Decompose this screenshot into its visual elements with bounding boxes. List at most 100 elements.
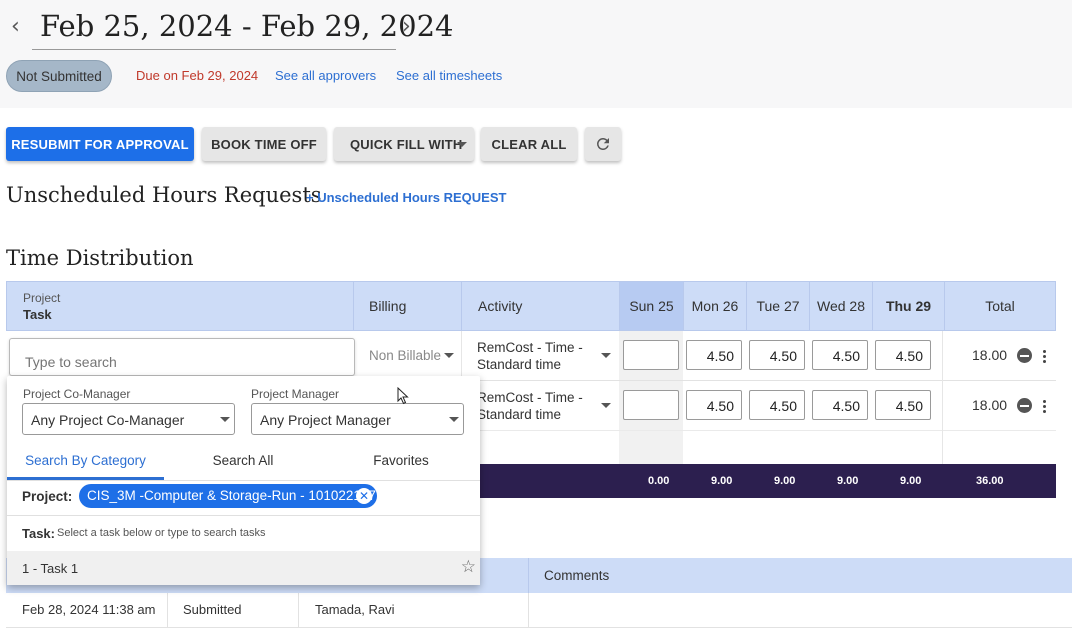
approver-name: Tamada, Ravi [315,602,395,617]
day-column-header: Mon 26 [683,282,746,330]
next-period-icon[interactable]: › [402,16,411,38]
day-total: 9.00 [774,475,796,487]
total-column-header: Total [944,282,1055,330]
hours-input[interactable] [623,340,679,370]
task-search-dropdown: Project Co-Manager Any Project Co-Manage… [7,376,480,585]
column-divider [167,593,168,628]
hours-input[interactable]: 4.50 [749,340,805,370]
refresh-button[interactable] [585,127,621,161]
tab-favorites[interactable]: Favorites [322,453,480,468]
row-total: 18.00 [972,397,1008,413]
column-divider [528,558,529,593]
hours-input[interactable]: 4.50 [812,390,868,420]
hours-input[interactable]: 4.50 [686,390,742,420]
date-range-field[interactable]: Feb 25, 2024 - Feb 29, 2024 [32,4,453,50]
more-options-icon[interactable] [1043,400,1046,413]
task-item-label: 1 - Task 1 [22,561,79,576]
task-filter-hint: Select a task below or type to search ta… [57,527,266,539]
quick-fill-label: QUICK FILL WITH [350,136,463,152]
time-distribution-title: Time Distribution [6,246,194,270]
chevron-down-icon [457,142,467,147]
hours-input[interactable] [623,390,679,420]
unscheduled-hours-request-link[interactable]: + Unscheduled Hours REQUEST [306,190,506,205]
billing-column-header: Billing [353,282,461,330]
project-filter-label: Project: [22,489,73,504]
project-chip-label: CIS_3M -Computer & Storage-Run - 1010221… [87,488,376,503]
approvals-table-row: Feb 28, 2024 11:38 am Submitted Tamada, … [6,593,1072,628]
task-list-item[interactable]: 1 - Task 1 ☆ [7,551,480,585]
resubmit-for-approval-button[interactable]: RESUBMIT FOR APPROVAL [6,127,194,161]
co-manager-select[interactable]: Any Project Co-Manager [22,403,235,435]
quick-fill-button[interactable]: QUICK FILL WITH [334,127,474,161]
activity-select[interactable]: RemCost - Time - Standard time [477,389,583,423]
activity-line: Standard time [477,357,562,372]
column-divider [528,593,529,628]
tab-search-all[interactable]: Search All [164,453,322,468]
grand-total: 36.00 [976,475,1004,487]
day-total: 9.00 [837,475,859,487]
row-total: 18.00 [972,347,1008,363]
star-icon[interactable]: ☆ [461,557,476,577]
status-badge: Not Submitted [6,60,112,92]
mouse-cursor-icon [397,387,409,405]
day-column-header: Tue 27 [746,282,809,330]
chevron-down-icon[interactable] [444,353,454,358]
column-divider [298,593,299,628]
task-column-label: Task [23,307,52,322]
day-total: 9.00 [711,475,733,487]
activity-line: Standard time [477,407,562,422]
section-divider [7,515,480,516]
task-filter-label: Task: [22,526,55,541]
hours-input[interactable]: 4.50 [686,340,742,370]
clear-all-button[interactable]: CLEAR ALL [481,127,577,161]
due-date-text: Due on Feb 29, 2024 [136,68,259,83]
approval-date: Feb 28, 2024 11:38 am [22,602,156,617]
time-table-header: Project Task Billing Activity Sun 25 Mon… [6,281,1056,331]
remove-row-icon[interactable] [1017,348,1032,363]
day-total: 9.00 [900,475,922,487]
approval-status: Submitted [183,602,242,617]
comments-column-header: Comments [544,568,610,583]
row-divider [480,430,1056,431]
hours-input[interactable]: 4.50 [749,390,805,420]
remove-row-icon[interactable] [1017,398,1032,413]
refresh-icon [597,138,609,150]
unscheduled-hours-title: Unscheduled Hours Requests [6,183,322,207]
date-range-title: Feb 25, 2024 - Feb 29, 2024 [40,9,454,43]
hours-input[interactable]: 4.50 [875,340,931,370]
tab-divider [7,480,480,481]
activity-line: RemCost - Time - [477,390,583,405]
activity-column-header: Activity [461,282,619,330]
tab-search-by-category[interactable]: Search By Category [7,453,164,468]
chevron-down-icon [220,417,230,422]
prev-period-icon[interactable]: ‹ [11,16,20,38]
see-all-timesheets-link[interactable]: See all timesheets [396,68,502,83]
billing-select[interactable]: Non Billable [369,348,441,363]
project-manager-select[interactable]: Any Project Manager [251,403,464,435]
project-manager-value: Any Project Manager [260,412,391,428]
row-divider [480,380,1056,381]
day-total: 0.00 [648,475,670,487]
co-manager-label: Project Co-Manager [23,387,131,401]
day-column-header: Thu 29 [872,282,944,330]
remove-chip-icon[interactable]: ✕ [356,488,372,504]
day-column-header: Wed 28 [809,282,872,330]
more-options-icon[interactable] [1043,350,1046,363]
chevron-down-icon [449,417,459,422]
activity-line: RemCost - Time - [477,340,583,355]
task-search-input[interactable] [9,338,355,376]
chevron-down-icon[interactable] [601,353,611,358]
project-manager-label: Project Manager [251,387,340,401]
co-manager-value: Any Project Co-Manager [31,412,185,428]
column-divider [942,331,943,464]
project-chip[interactable]: CIS_3M -Computer & Storage-Run - 1010221… [79,484,377,508]
day-column-header: Sun 25 [619,282,683,330]
book-time-off-button[interactable]: BOOK TIME OFF [202,127,326,161]
totals-bar: 0.00 9.00 9.00 9.00 9.00 36.00 [480,464,1056,498]
project-column-label: Project [23,291,61,305]
chevron-down-icon[interactable] [601,403,611,408]
hours-input[interactable]: 4.50 [812,340,868,370]
see-all-approvers-link[interactable]: See all approvers [275,68,376,83]
hours-input[interactable]: 4.50 [875,390,931,420]
activity-select[interactable]: RemCost - Time - Standard time [477,339,583,373]
